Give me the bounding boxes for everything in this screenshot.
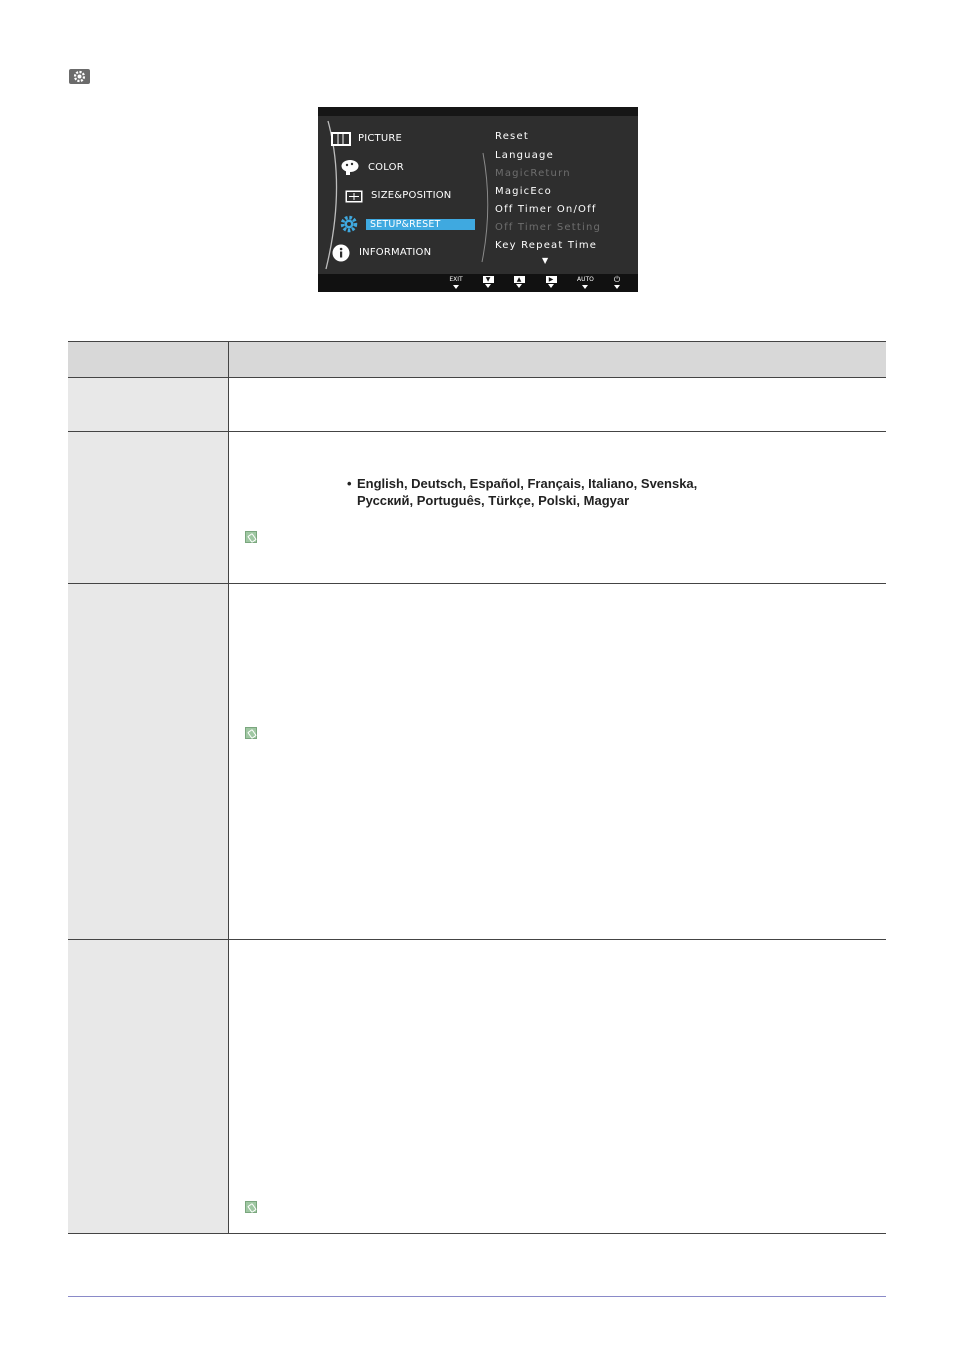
bullet: • — [347, 476, 352, 491]
table-cell-menu — [68, 940, 229, 1233]
osd-menu-item-picture[interactable]: PICTURE — [358, 133, 402, 144]
osd-submenu-off-timer-on-off[interactable]: Off Timer On/Off — [495, 204, 597, 215]
footer-divider — [68, 1296, 886, 1297]
osd-power-button[interactable]: ⏻ — [609, 276, 625, 289]
settings-table: • English, Deutsch, Español, Français, I… — [68, 341, 886, 1234]
size-position-icon — [345, 188, 363, 207]
color-palette-icon — [341, 159, 359, 179]
picture-icon — [331, 131, 351, 150]
table-row-off-timer — [68, 940, 886, 1234]
osd-submenu-magicreturn: MagicReturn — [495, 168, 571, 179]
table-row-reset — [68, 378, 886, 432]
table-row-magiceco — [68, 584, 886, 940]
osd-more-down-icon: ▼ — [542, 256, 549, 265]
osd-exit-button[interactable]: EXIT — [448, 276, 464, 289]
osd-submenu-reset[interactable]: Reset — [495, 131, 529, 142]
note-icon — [245, 1201, 257, 1213]
osd-submenu-language[interactable]: Language — [495, 150, 554, 161]
table-cell-description: • English, Deutsch, Español, Français, I… — [229, 432, 886, 583]
language-list-line-1: English, Deutsch, Español, Français, Ita… — [357, 476, 698, 491]
table-header-row — [68, 341, 886, 378]
osd-menu-item-color[interactable]: COLOR — [368, 162, 404, 173]
osd-menu-item-size-position[interactable]: SIZE&POSITION — [371, 190, 451, 201]
table-cell-description — [229, 584, 886, 939]
table-cell-description — [229, 378, 886, 431]
osd-auto-button[interactable]: AUTO — [577, 276, 594, 289]
table-cell-menu — [68, 432, 229, 583]
table-cell-menu — [68, 378, 229, 431]
osd-submenu-magiceco[interactable]: MagicEco — [495, 186, 552, 197]
table-cell-description — [229, 940, 886, 1233]
table-header-description — [229, 342, 886, 377]
osd-menu-item-information[interactable]: INFORMATION — [359, 247, 431, 258]
osd-enter-button[interactable]: ▶ — [543, 276, 559, 288]
language-list: • English, Deutsch, Español, Français, I… — [347, 475, 698, 509]
auto-icon: AUTO — [577, 276, 594, 283]
note-icon — [245, 727, 257, 739]
osd-down-button[interactable]: ▼ — [480, 276, 496, 288]
setup-gear-icon — [69, 69, 90, 84]
down-arrow-icon: ▼ — [482, 276, 494, 283]
power-icon: ⏻ — [613, 275, 621, 284]
up-arrow-icon: ▲ — [513, 276, 525, 283]
info-icon — [332, 244, 350, 266]
osd-submenu-key-repeat-time[interactable]: Key Repeat Time — [495, 240, 597, 251]
gear-icon — [340, 215, 358, 237]
table-row-language: • English, Deutsch, Español, Français, I… — [68, 432, 886, 584]
osd-menu-item-setup-reset[interactable]: SETUP&RESET — [366, 219, 475, 230]
table-cell-menu — [68, 584, 229, 939]
osd-menu-screenshot: PICTURE COLOR SIZE&POSITION SETUP&RESET … — [318, 107, 638, 292]
osd-submenu-off-timer-setting: Off Timer Setting — [495, 222, 602, 233]
note-icon — [245, 531, 257, 543]
osd-up-button[interactable]: ▲ — [511, 276, 527, 288]
exit-icon: EXIT — [449, 276, 463, 283]
table-header-menu — [68, 342, 229, 377]
language-list-line-2: Русский, Português, Türkçe, Polski, Magy… — [357, 493, 630, 508]
enter-icon: ▶ — [545, 276, 557, 283]
